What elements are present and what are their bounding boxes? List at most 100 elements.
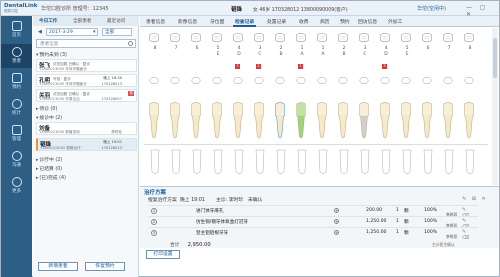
tooth-crown[interactable] [400, 32, 412, 44]
group-header[interactable]: ▸(已)完成 (4) [36, 174, 66, 181]
tooth-occlusal[interactable] [296, 76, 306, 85]
tooth-occlusal[interactable] [464, 76, 474, 85]
tab-exam-record[interactable]: 检查记录 [232, 18, 257, 27]
tooth-occlusal[interactable] [254, 76, 264, 85]
tooth-crown[interactable] [211, 32, 223, 44]
tooth-crown[interactable] [232, 32, 244, 44]
tooth-root[interactable] [211, 99, 223, 143]
nav-manage[interactable]: 管理 [1, 122, 32, 146]
tooth-root[interactable] [337, 99, 349, 143]
tooth-crown[interactable] [379, 32, 391, 44]
patient-card[interactable]: 孔明 牙冠 · 复诊 13800013000 牙体牙髓面诊 晚上 18:30 1… [36, 74, 137, 87]
tooth-root[interactable] [379, 99, 391, 143]
tooth-crown[interactable] [295, 32, 307, 44]
lower-tooth[interactable] [233, 147, 245, 177]
restore-appointment-button[interactable]: 恢复预约 [85, 262, 125, 271]
tooth-crown[interactable] [421, 32, 433, 44]
new-patient-button[interactable]: 新增患者 [38, 262, 78, 271]
tooth-root[interactable] [148, 99, 160, 143]
treatment-item[interactable]: 3 登主铝铝根牙牙 + 1,250.00 1 颗 100% 李时珍 ✎ ⌫ [148, 227, 478, 241]
tooth-root[interactable] [400, 99, 412, 143]
tooth-root[interactable] [169, 99, 181, 143]
item-actions[interactable]: ✎ ⌫ [462, 229, 478, 241]
lower-tooth[interactable] [149, 147, 161, 177]
tooth-root[interactable] [316, 99, 328, 143]
add-icon[interactable]: + [334, 230, 339, 235]
tooth-occlusal[interactable] [170, 76, 180, 85]
tooth-occlusal[interactable] [317, 76, 327, 85]
tooth-crown[interactable] [148, 32, 160, 44]
tooth-occlusal[interactable] [443, 76, 453, 85]
tooth-root[interactable] [295, 99, 307, 143]
lower-tooth[interactable] [464, 147, 476, 177]
tooth-occlusal[interactable] [191, 76, 201, 85]
treatment-marker[interactable]: 2 [256, 64, 261, 69]
tooth-crown[interactable] [253, 32, 265, 44]
lower-tooth[interactable] [191, 147, 203, 177]
tooth-crown[interactable] [463, 32, 475, 44]
scrollbar[interactable] [492, 28, 498, 185]
lower-tooth[interactable] [317, 147, 329, 177]
tab-medical-record[interactable]: 病历 [320, 18, 330, 25]
tooth-root[interactable] [274, 99, 286, 143]
tooth-crown[interactable] [190, 32, 202, 44]
group-header[interactable]: ▾接诊中 (2) [36, 114, 62, 121]
tab-appointment[interactable]: 预约 [340, 18, 350, 25]
group-header[interactable]: ▸诊疗中 (2) [36, 156, 62, 163]
add-icon[interactable]: + [334, 219, 339, 224]
lower-tooth[interactable] [380, 147, 392, 177]
tooth-root[interactable] [190, 99, 202, 143]
tooth-occlusal[interactable] [380, 76, 390, 85]
scrollbar-thumb[interactable] [493, 38, 497, 78]
patient-card-selected[interactable]: 韬锋 13800013000 根管治疗 晚上 19:01 170328013 [36, 138, 137, 151]
treatment-item[interactable]: 1 进门体牙麻孔 + 200.00 1 颗 100% 李时珍 ✎ ⌫ [148, 205, 478, 219]
tab-recent[interactable]: 最近访问 [107, 18, 125, 24]
nav-home[interactable]: 首页 [1, 18, 32, 42]
lower-tooth[interactable] [212, 147, 224, 177]
tooth-root[interactable] [442, 99, 454, 143]
tab-treatment-record[interactable]: 处置记录 [267, 18, 286, 25]
lower-tooth[interactable] [275, 147, 287, 177]
tooth-occlusal[interactable] [275, 76, 285, 85]
chevron-down-icon[interactable]: ▾ [93, 29, 96, 35]
treatment-item[interactable]: 2 仿生铜/钢牙体氧金灯冠牙 + 1,250.00 1 颗 100% 李时珍 ✎… [148, 216, 478, 230]
tooth-crown[interactable] [442, 32, 454, 44]
tab-followup[interactable]: 回访信息 [358, 18, 377, 25]
date-picker[interactable]: 2017-3-29 [46, 28, 98, 36]
nav-more[interactable]: 更多 [1, 174, 32, 198]
prev-day-button[interactable]: ◀ [38, 29, 42, 35]
group-header[interactable]: ▸待诊 (0) [36, 105, 57, 112]
patient-card[interactable]: 张飞 试充加数 已确认 · 复诊 13800013000 牙体牙髓面诊 [36, 59, 137, 72]
lower-tooth[interactable] [170, 147, 182, 177]
tab-today[interactable]: 今日工作 [39, 18, 57, 24]
tooth-root[interactable] [421, 99, 433, 143]
tooth-root[interactable] [358, 99, 370, 143]
filter-select[interactable]: 全部 [102, 28, 132, 36]
lower-tooth[interactable] [401, 147, 413, 177]
treatment-marker[interactable]: 3 [235, 64, 240, 69]
tooth-crown[interactable] [316, 32, 328, 44]
tooth-occlusal[interactable] [338, 76, 348, 85]
patient-card[interactable]: 关羽 试充加数 已确认 · 复诊 13800013000 牙周洁治 170328… [36, 89, 137, 102]
tooth-root[interactable] [253, 99, 265, 143]
tab-imaging[interactable]: 影像信息 [178, 18, 197, 25]
tooth-occlusal[interactable] [359, 76, 369, 85]
tooth-crown[interactable] [358, 32, 370, 44]
tooth-crown[interactable] [337, 32, 349, 44]
tooth-root[interactable] [463, 99, 475, 143]
search-input[interactable]: 患者信息 [36, 39, 136, 48]
nav-stats[interactable]: 统计 [1, 96, 32, 120]
lower-tooth[interactable] [296, 147, 308, 177]
tab-external-lab[interactable]: 外加工 [388, 18, 402, 25]
tooth-occlusal[interactable] [233, 76, 243, 85]
tooth-occlusal[interactable] [401, 76, 411, 85]
lower-tooth[interactable] [443, 147, 455, 177]
lower-tooth[interactable] [359, 147, 371, 177]
tooth-crown[interactable] [274, 32, 286, 44]
nav-appointment[interactable]: 预约 [1, 70, 32, 94]
tooth-root[interactable] [232, 99, 244, 143]
nav-patient[interactable]: 患者 [1, 44, 32, 68]
tooth-occlusal[interactable] [149, 76, 159, 85]
tooth-crown[interactable] [169, 32, 181, 44]
lower-tooth[interactable] [338, 147, 350, 177]
